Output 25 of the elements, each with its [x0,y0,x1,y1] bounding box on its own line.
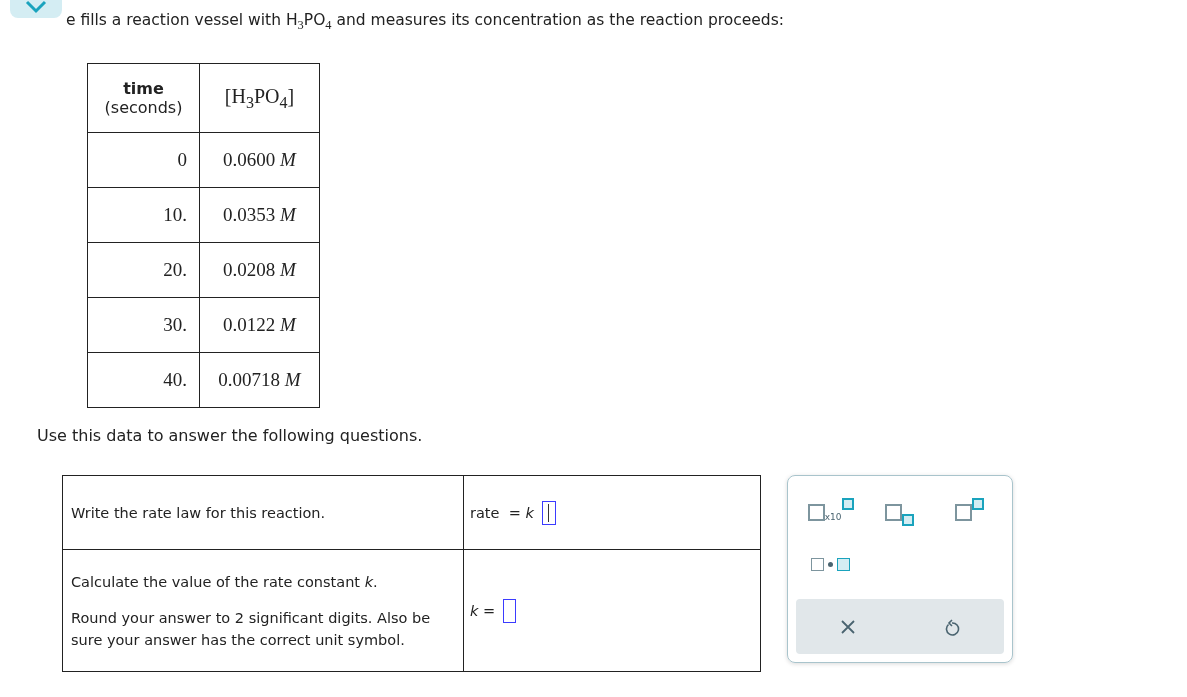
table-cell: 0.0600 M [199,132,320,188]
undo-icon [944,617,960,636]
table-cell: 0.0353 M [199,187,320,243]
header-cell: time (seconds) [87,63,200,133]
intro-text: e fills a reaction vessel with H$_{3}$PO$_{4}$ and measures its concentration as the reaction proceeds: [66,10,785,35]
question-text: Calculate the value of the rate constant k. [71,572,379,592]
answer-field[interactable] [503,598,517,623]
instruction-text: Use this data to answer the following questions. [37,426,424,446]
table-cell: 0 [87,132,200,188]
header-cell: [H$_{3}$PO$_{4}$] [199,63,320,133]
table-cell: 30. [87,297,200,353]
table-cell: 10. [87,187,200,243]
close-icon [840,618,856,635]
answer-label: k = [470,602,496,619]
question-text: Write the rate law for this reaction. [71,503,327,523]
table-cell: 0.00718 M [199,352,320,408]
question-text: Round your answer to 2 significant digits. Also be sure your answer has the correct unit symbol. [71,608,432,650]
table-cell: 0.0208 M [199,242,320,298]
scientific-notation-button[interactable]: x10 [796,496,866,529]
table-cell: 20. [87,242,200,298]
table-cell: 0.0122 M [199,297,320,353]
table-cell: 40. [87,352,200,408]
chevron-icon [24,0,48,14]
answer-field[interactable] [541,500,556,525]
answer-label: rate = k [470,504,534,521]
